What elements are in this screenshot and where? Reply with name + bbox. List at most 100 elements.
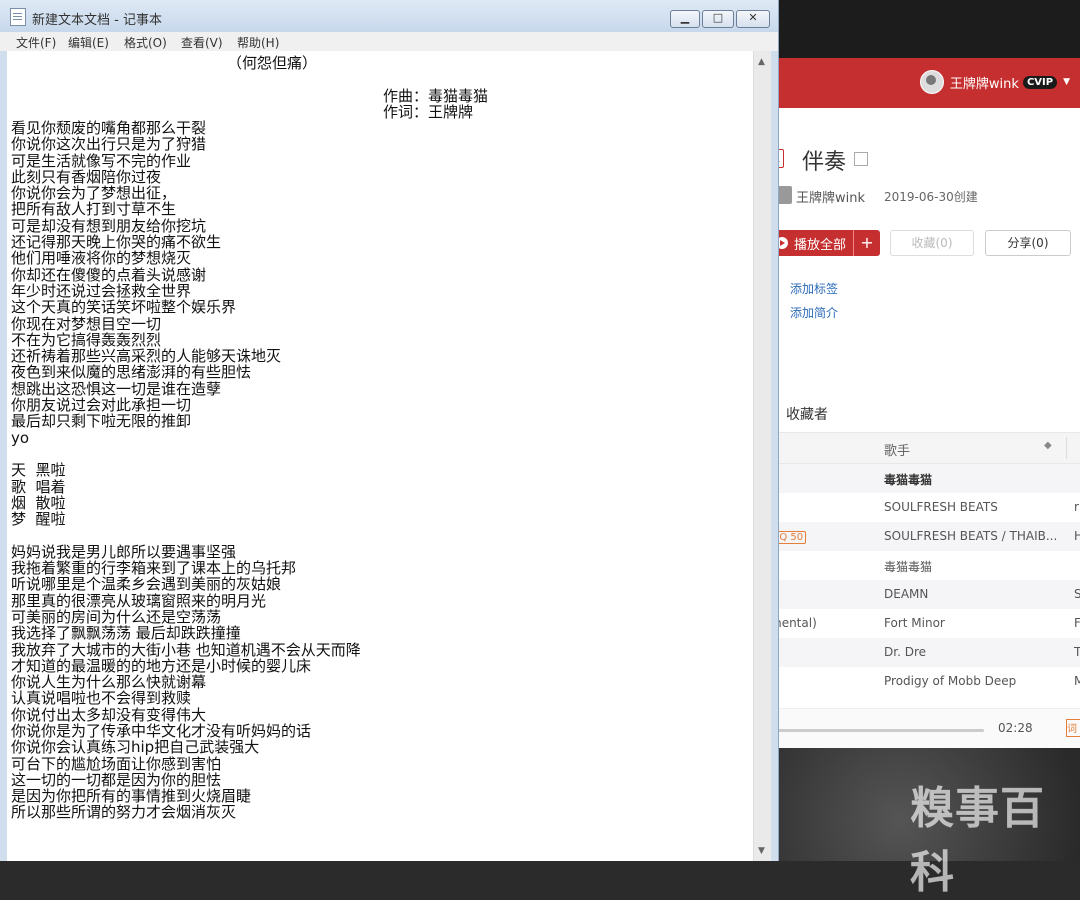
user-menu[interactable]: 王牌牌wink CVIP ▼ [919,70,1070,94]
album-cell: F [1074,616,1080,630]
menu-help[interactable]: 帮助(H) [237,34,279,51]
lyric-line: 你朋友说过会对此承担一切 [11,396,192,415]
watermark-logo: 糗事百科 [910,783,1045,898]
lyric-line: 你说付出太多却没有变得伟大 [11,705,207,724]
scroll-down-icon[interactable]: ▼ [758,846,765,856]
menu-edit[interactable]: 编辑(E) [68,34,109,51]
lyric-line: 那里真的很漂亮从玻璃窗照来的明月光 [11,591,267,610]
table-row[interactable]: SQ 50 SOULFRESH BEATS / THAIB... H [770,522,1080,551]
lyric-line: 还祈祷着那些兴高采烈的人能够天诛地灭 [11,347,282,366]
text-editor[interactable]: （何怨但痛） 作曲：毒猫毒猫 作词：王牌牌 看见你颓废的嘴角都那么干裂 你说你这次… [7,51,753,861]
lyric-line: 夜色到来似魔的思绪澎湃的有些胆怯 [11,363,252,382]
intro-row: :添加简介 [776,304,838,321]
table-row[interactable]: DEAMN S [770,580,1080,609]
lyric-line: 可是生活就像写不完的作业 [11,151,192,170]
artist-cell[interactable]: Dr. Dre [884,645,926,659]
composer-credit: 作曲：毒猫毒猫 [383,87,489,105]
edit-icon[interactable] [854,152,868,166]
album-cell: M [1074,674,1080,688]
lyric-line: 还记得那天晚上你哭的痛不欲生 [11,233,222,252]
lyric-line: 你说你会为了梦想出征， [11,184,177,203]
menu-file[interactable]: 文件(F) [16,34,56,51]
lyric-line: 你说你是为了传承中华文化才没有听妈妈的话 [11,721,312,740]
close-button[interactable]: ✕ [736,10,770,28]
lyricist-credit: 作词：王牌牌 [383,103,474,121]
lyric-line: 你却还在傻傻的点着头说感谢 [11,265,207,284]
lyric-line: 这一切的一切都是因为你的胆怯 [11,770,222,789]
lyric-line [11,446,731,462]
window-title: 新建文本文档 - 记事本 [32,13,162,28]
artist-cell[interactable]: SOULFRESH BEATS [884,500,998,514]
column-artist[interactable]: 歌手 [884,440,910,459]
album-cell: H [1074,529,1080,543]
total-time: 02:28 [998,721,1033,735]
share-button[interactable]: 分享(0) [985,230,1071,256]
user-name[interactable]: 王牌牌wink [950,73,1019,92]
artist-cell[interactable]: 毒猫毒猫 [884,471,932,488]
lyrics-button[interactable]: 词 [1066,719,1080,737]
artist-cell[interactable]: Prodigy of Mobb Deep [884,674,1016,688]
tab-collectors[interactable]: 收藏者 [786,404,828,424]
album-cell: r [1074,500,1079,514]
creator-name[interactable]: 王牌牌wink [796,187,865,206]
lyrics-heading: （何怨但痛） [227,54,318,72]
menu-view[interactable]: 查看(V) [181,34,223,51]
add-intro-link[interactable]: 添加简介 [790,306,838,320]
table-row[interactable]: 毒猫毒猫 [770,551,1080,580]
table-row[interactable]: ) Dr. Dre T [770,638,1080,667]
music-app-header: 王牌牌wink CVIP ▼ [770,58,1080,108]
table-row[interactable]: mental) Fort Minor F [770,609,1080,638]
collect-button[interactable]: 收藏(0) [890,230,974,256]
chevron-down-icon[interactable]: ▼ [1063,77,1070,87]
song-table: 歌手 ◆ 毒猫毒猫 SOULFRESH BEATS r SQ 50 SOULFR… [770,432,1080,696]
artist-cell[interactable]: SOULFRESH BEATS / THAIB... [884,529,1057,543]
lyric-line: 天 黑啦 [11,461,66,480]
lyric-line: 烟 散啦 [11,493,66,512]
play-all-button[interactable]: 播放全部 + [770,230,880,256]
created-date: 2019-06-30创建 [884,190,978,204]
title-bar[interactable]: 新建文本文档 - 记事本 ▁ □ ✕ [0,0,778,32]
artist-cell[interactable]: Fort Minor [884,616,945,630]
maximize-button[interactable]: □ [702,10,734,28]
lyric-line: yo [11,428,30,447]
table-row[interactable]: 毒猫毒猫 [770,464,1080,493]
add-tags-link[interactable]: 添加标签 [790,282,838,296]
lyric-line: 可台下的尴尬场面让你感到害怕 [11,754,222,773]
add-to-queue-button[interactable]: + [853,230,880,256]
album-cell: S [1074,587,1080,601]
table-row[interactable]: SOULFRESH BEATS r [770,493,1080,522]
artist-cell[interactable]: 毒猫毒猫 [884,558,932,575]
lyric-line: 把所有敌人打到寸草不生 [11,200,177,219]
lyric-line: 我放弃了大城市的大街小巷 也知道机遇不会从天而降 [11,640,361,659]
lyric-line: 我拖着繁重的行李箱来到了课本上的乌托邦 [11,559,297,578]
lyric-line: 梦 醒啦 [11,510,66,529]
vip-badge: CVIP [1022,75,1058,89]
player-bar: 02:28 词 [770,708,1080,748]
progress-bar[interactable] [774,729,984,732]
sort-icon[interactable]: ◆ [1044,440,1052,451]
minimize-button[interactable]: ▁ [670,10,700,28]
notepad-icon [10,8,26,26]
menu-format[interactable]: 格式(O) [124,34,167,51]
menu-bar: 文件(F) 编辑(E) 格式(O) 查看(V) 帮助(H) [0,32,778,51]
lyric-line: 他们用唾液将你的梦想烧灭 [11,249,192,268]
lyric-line: 最后却只剩下啦无限的推卸 [11,412,192,431]
lyric-line: 妈妈说我是男儿郎所以要遇事坚强 [11,542,237,561]
scroll-up-icon[interactable]: ▲ [758,57,765,67]
lyric-line: 年少时还说过会拯救全世界 [11,281,192,300]
notepad-window: 新建文本文档 - 记事本 ▁ □ ✕ 文件(F) 编辑(E) 格式(O) 查看(… [0,0,779,861]
lyric-line: 你现在对梦想目空一切 [11,314,162,333]
lyric-line: 你说你会认真练习hip把自己武装强大 [11,738,260,757]
lyric-line: 可美丽的房间为什么还是空荡荡 [11,607,222,626]
lyric-line: 你说你这次出行只是为了狩猎 [11,135,207,154]
lyric-line: 听说哪里是个温柔乡会遇到美丽的灰姑娘 [11,575,282,594]
lyric-line: 你说人生为什么那么快就谢幕 [11,673,207,692]
artist-cell[interactable]: DEAMN [884,587,928,601]
vertical-scrollbar[interactable]: ▲ ▼ [753,51,771,861]
table-row[interactable]: Prodigy of Mobb Deep M [770,667,1080,696]
lyric-line: 所以那些所谓的努力才会烟消灰灭 [11,803,237,822]
lyric-line: 想跳出这恐惧这一切是谁在造孽 [11,379,222,398]
avatar[interactable] [919,70,944,94]
column-divider[interactable] [1066,437,1067,459]
lyric-line: 认真说唱啦也不会得到救赎 [11,689,192,708]
